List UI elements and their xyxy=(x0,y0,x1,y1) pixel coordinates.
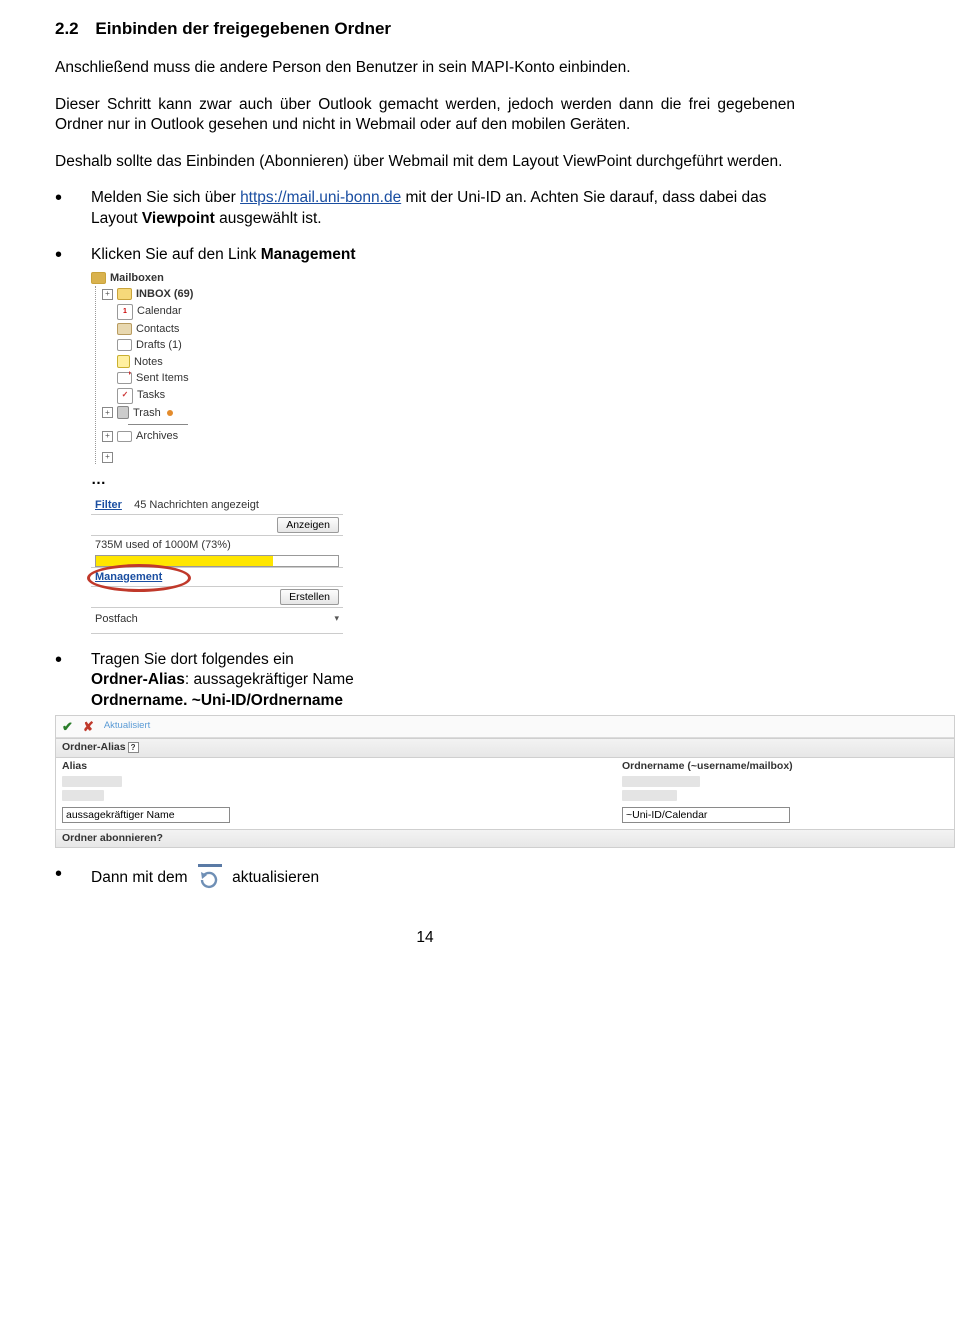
tree-item-trash[interactable]: Trash xyxy=(133,406,161,421)
paragraph-1: Anschließend muss die andere Person den … xyxy=(55,58,795,78)
management-link[interactable]: Management xyxy=(95,570,162,585)
paragraph-3: Deshalb sollte das Einbinden (Abonnieren… xyxy=(55,152,795,172)
erstellen-button[interactable]: Erstellen xyxy=(280,589,339,605)
alias-input[interactable] xyxy=(62,807,230,823)
expander-icon[interactable]: + xyxy=(102,452,113,463)
status-dot-icon xyxy=(167,410,173,416)
section-ordner-abonnieren: Ordner abonnieren? xyxy=(56,829,954,848)
tree-item-tasks[interactable]: Tasks xyxy=(137,388,165,403)
drafts-icon xyxy=(117,339,132,351)
screenshot-mailbox-tree: Mailboxen + INBOX (69) 1 Calendar Contacts… xyxy=(91,270,339,464)
ordnername-header: Ordnername (~username/mailbox) xyxy=(622,760,948,774)
cancel-icon[interactable]: ✘ xyxy=(83,718,94,735)
anzeigen-button[interactable]: Anzeigen xyxy=(277,517,339,533)
section-number: 2.2 xyxy=(55,19,79,38)
bullet-login: Melden Sie sich über https://mail.uni-bo… xyxy=(55,188,795,229)
help-icon[interactable]: ? xyxy=(128,742,139,753)
tree-item-notes[interactable]: Notes xyxy=(134,355,163,370)
refresh-icon[interactable] xyxy=(196,864,224,892)
tree-item-drafts[interactable]: Drafts (1) xyxy=(136,338,182,353)
filter-link[interactable]: Filter xyxy=(95,499,122,511)
alias-header: Alias xyxy=(62,760,622,774)
bullet-enter-values: Tragen Sie dort folgendes ein Ordner-Ali… xyxy=(55,650,795,849)
quota-bar xyxy=(95,555,339,567)
tree-item-calendar[interactable]: Calendar xyxy=(137,304,182,319)
filter-count: 45 Nachrichten angezeigt xyxy=(134,499,259,511)
tasks-icon: ✓ xyxy=(117,388,133,404)
calendar-icon: 1 xyxy=(117,304,133,320)
tree-item-contacts[interactable]: Contacts xyxy=(136,322,179,337)
postfach-label: Postfach xyxy=(95,612,138,627)
confirm-icon[interactable]: ✔ xyxy=(62,718,73,735)
section-ordner-alias: Ordner-Alias? xyxy=(56,738,954,758)
tree-item-sent[interactable]: Sent Items xyxy=(136,371,189,386)
bullet-refresh: Dann mit dem aktualisieren xyxy=(55,864,795,892)
expander-icon[interactable]: + xyxy=(102,289,113,300)
screenshot-filter-panel: Filter 45 Nachrichten angezeigt Anzeigen… xyxy=(91,496,343,634)
expander-icon[interactable]: + xyxy=(102,407,113,418)
page-number: 14 xyxy=(55,928,795,948)
trash-icon xyxy=(117,406,129,419)
dropdown-arrow-icon[interactable]: ▾ xyxy=(334,613,339,625)
ordnername-input[interactable] xyxy=(622,807,790,823)
notes-icon xyxy=(117,355,130,368)
screenshot-alias-panel: ✔ ✘ Aktualisiert Ordner-Alias? Alias x x… xyxy=(55,715,955,848)
inbox-icon xyxy=(117,288,132,300)
mail-link[interactable]: https://mail.uni-bonn.de xyxy=(240,189,401,206)
archive-icon xyxy=(117,431,132,442)
tree-item-archives[interactable]: Archives xyxy=(136,429,178,444)
sent-icon xyxy=(117,372,132,384)
section-title: Einbinden der freigegebenen Ordner xyxy=(95,19,391,38)
paragraph-2: Dieser Schritt kann zwar auch über Outlo… xyxy=(55,95,795,136)
status-text: Aktualisiert xyxy=(104,720,150,733)
help-icon[interactable]: ? xyxy=(157,832,163,844)
section-heading: 2.2 Einbinden der freigegebenen Ordner xyxy=(55,18,795,40)
quota-text: 735M used of 1000M (73%) xyxy=(95,538,231,553)
mailboxen-icon xyxy=(91,272,106,284)
expander-icon[interactable]: + xyxy=(102,431,113,442)
tree-root: Mailboxen xyxy=(110,271,164,286)
ellipsis: … xyxy=(91,470,795,490)
separator xyxy=(128,424,188,425)
contacts-icon xyxy=(117,323,132,335)
bullet-management: Klicken Sie auf den Link Management Mail… xyxy=(55,245,795,633)
tree-item-inbox[interactable]: INBOX (69) xyxy=(136,287,193,302)
